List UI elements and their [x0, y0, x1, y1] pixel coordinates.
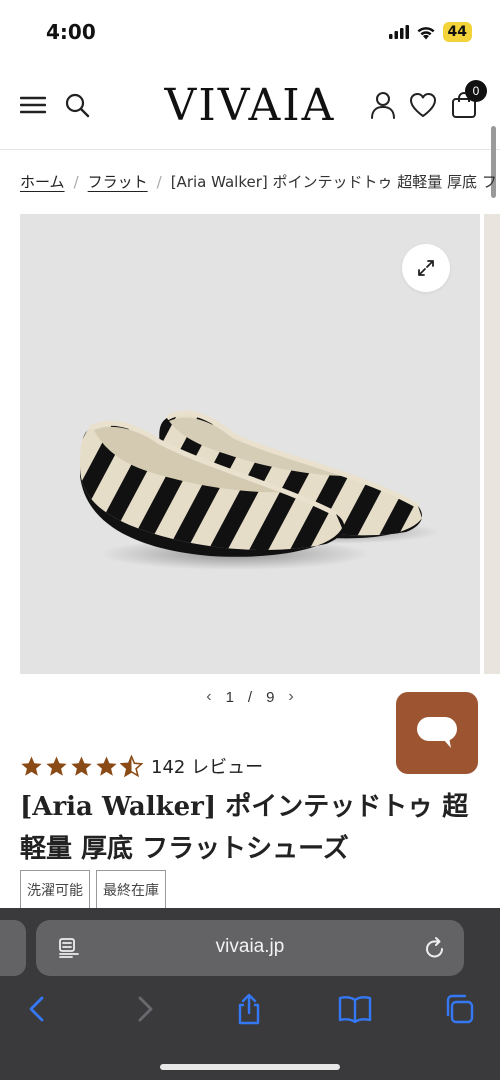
product-title: [Aria Walker] ポインテッドトゥ 超軽量 厚底 フラットシューズ — [20, 792, 469, 864]
search-icon[interactable] — [62, 90, 92, 120]
next-image-peek[interactable] — [484, 214, 500, 674]
site-header: VIVAIA 0 — [0, 62, 500, 198]
reload-icon[interactable] — [424, 936, 446, 960]
cart-count-badge: 0 — [465, 80, 487, 102]
review-count[interactable]: 142 レビュー — [151, 753, 263, 779]
hamburger-icon[interactable] — [18, 90, 48, 120]
address-bar[interactable]: vivaia.jp — [36, 920, 464, 976]
status-time: 4:00 — [46, 20, 96, 44]
status-icons: 44 — [388, 22, 472, 42]
chevron-left-icon[interactable] — [20, 992, 54, 1026]
site-logo[interactable]: VIVAIA — [165, 80, 336, 131]
wifi-icon — [417, 26, 435, 39]
tag-washable: 洗濯可能 — [20, 870, 90, 910]
tabs-icon[interactable] — [442, 992, 476, 1026]
share-icon[interactable] — [232, 992, 266, 1026]
chat-button[interactable] — [396, 692, 478, 774]
battery-indicator: 44 — [442, 22, 472, 42]
chevron-right-icon[interactable] — [128, 992, 162, 1026]
book-icon[interactable] — [338, 992, 372, 1026]
pager-total: 9 — [266, 688, 275, 706]
star-icon — [21, 755, 42, 776]
breadcrumb-separator: / — [73, 173, 79, 191]
breadcrumb-flats[interactable]: フラット — [88, 173, 148, 191]
signal-icon — [388, 25, 409, 39]
star-icon — [96, 755, 117, 776]
breadcrumb-home[interactable]: ホーム — [20, 173, 65, 191]
expand-icon[interactable] — [402, 244, 450, 292]
breadcrumb-separator: / — [156, 173, 162, 191]
home-indicator[interactable] — [160, 1064, 340, 1070]
url-text[interactable]: vivaia.jp — [36, 936, 464, 958]
chevron-right-icon[interactable]: › — [288, 688, 293, 706]
star-icon — [71, 755, 92, 776]
star-icon — [46, 755, 67, 776]
status-bar: 4:00 44 — [0, 0, 500, 62]
heart-icon[interactable] — [408, 90, 438, 120]
breadcrumb: ホーム / フラット / [Aria Walker] ポインテッドトゥ 超軽量 厚底 フ — [20, 171, 500, 192]
chat-bubble-icon — [417, 717, 457, 748]
star-half-icon — [120, 754, 143, 777]
product-rating[interactable]: 142 レビュー — [20, 752, 263, 780]
pager-separator: / — [247, 688, 253, 706]
breadcrumb-current: [Aria Walker] ポインテッドトゥ 超軽量 厚底 フ — [170, 173, 497, 191]
tag-last-stock: 最終在庫 — [96, 870, 166, 910]
previous-tab-peek[interactable] — [0, 920, 26, 976]
user-icon[interactable] — [368, 90, 398, 120]
product-tags: 洗濯可能 最終在庫 — [20, 870, 166, 910]
bag-icon[interactable]: 0 — [449, 80, 487, 120]
browser-toolbar: vivaia.jp — [0, 908, 500, 1080]
pager-current: 1 — [225, 688, 234, 706]
product-image-gallery[interactable] — [20, 214, 480, 674]
image-pager: ‹ 1 / 9 › — [180, 684, 320, 710]
chevron-left-icon[interactable]: ‹ — [206, 688, 211, 706]
